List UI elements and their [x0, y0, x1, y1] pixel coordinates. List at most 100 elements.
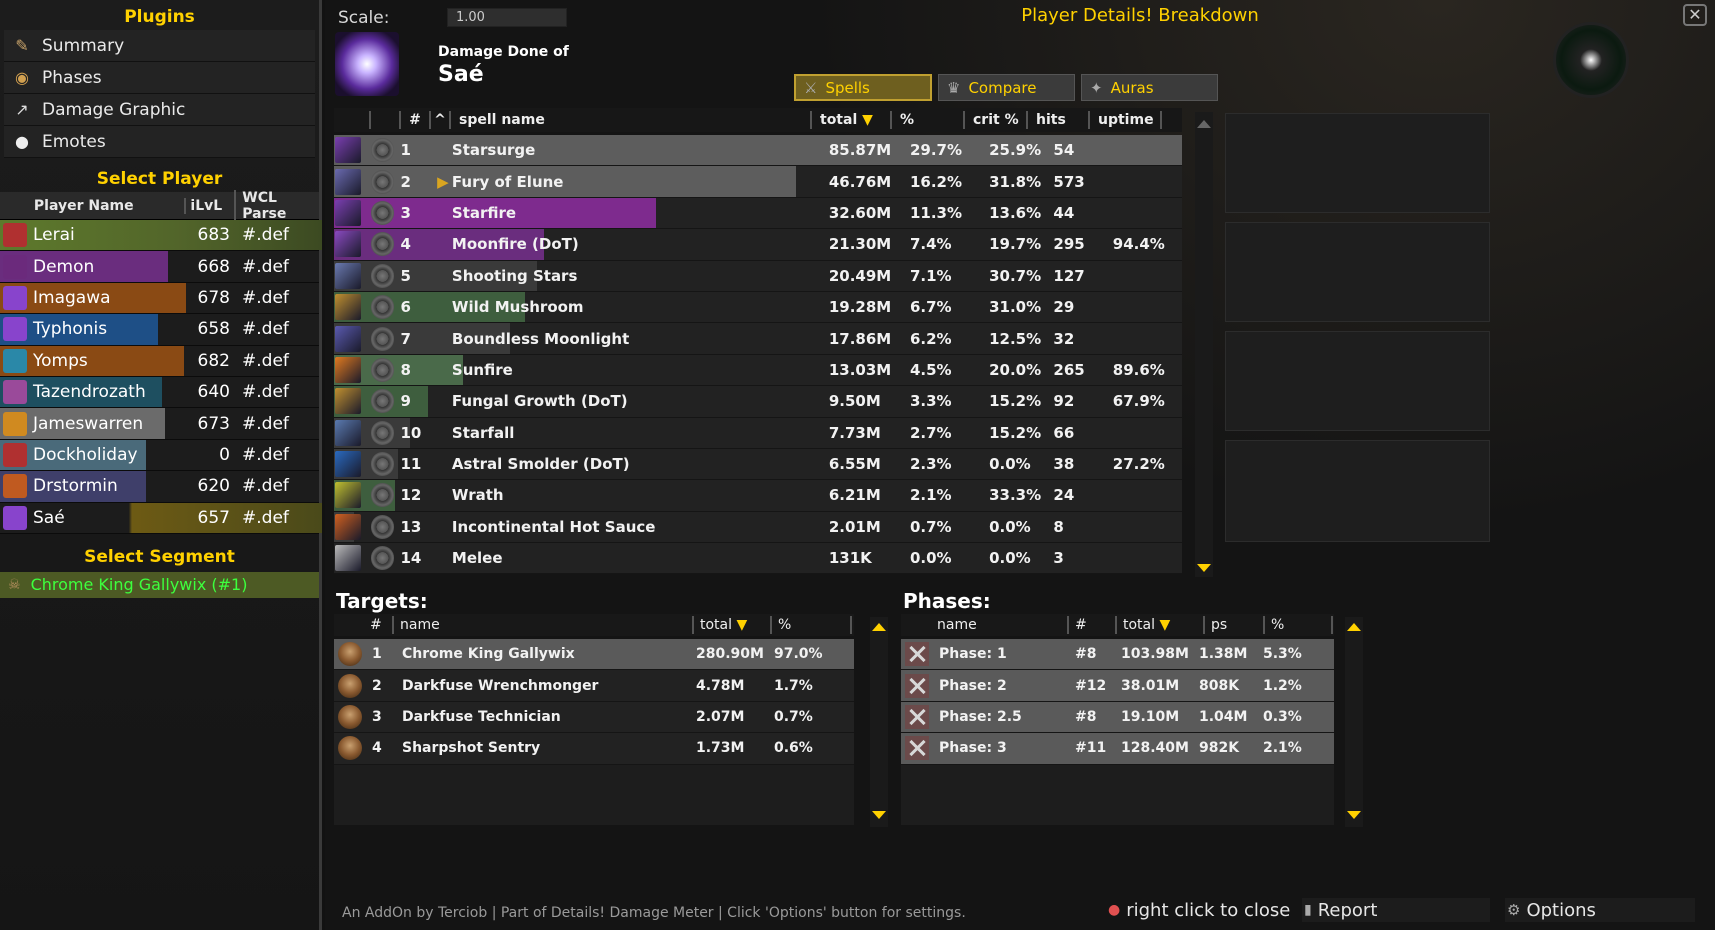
player-row[interactable]: Imagawa 678 #.def	[0, 282, 319, 315]
player-row[interactable]: Typhonis 658 #.def	[0, 314, 319, 346]
phases-header-name[interactable]: name	[931, 616, 1069, 634]
targets-header-total[interactable]: total ▼	[694, 616, 772, 634]
plugin-label: Summary	[42, 35, 125, 56]
close-icon: ✕	[1688, 5, 1702, 24]
header-spell-name[interactable]: spell name	[451, 111, 812, 129]
target-row[interactable]: 3 Darkfuse Technician 2.07M 0.7%	[334, 701, 854, 734]
scroll-up-icon[interactable]	[1347, 623, 1361, 631]
phases-scrollbar[interactable]	[1345, 617, 1363, 827]
header-hits[interactable]: hits	[1028, 111, 1090, 129]
phase-row[interactable]: Phase: 2 #12 38.01M 808K 1.2%	[901, 670, 1334, 702]
spec-emblem-icon	[1553, 22, 1629, 98]
spell-row[interactable]: 7 Boundless Moonlight 17.86M 6.2% 12.5% 32	[334, 323, 1182, 355]
header-ilvl[interactable]: iLvL	[184, 197, 234, 214]
spell-row[interactable]: 4 Moonfire (DoT) 21.30M 7.4% 19.7% 295 94.4%	[334, 229, 1182, 261]
target-row[interactable]: 4 Sharpshot Sentry 1.73M 0.6%	[334, 733, 854, 765]
spell-name: Wild Mushroom	[451, 298, 584, 317]
player-row[interactable]: Jameswarren 673 #.def	[0, 408, 319, 440]
spell-row[interactable]: 8 Sunfire 13.03M 4.5% 20.0% 265 89.6%	[334, 354, 1182, 387]
plugin-emotes[interactable]: ● Emotes	[4, 126, 315, 158]
targets-header-pct[interactable]: %	[772, 616, 852, 634]
targets-header-name[interactable]: name	[394, 616, 694, 634]
spell-row[interactable]: 11 Astral Smolder (DoT) 6.55M 2.3% 0.0% 38 27.…	[334, 448, 1182, 481]
segment-row[interactable]: ☠ Chrome King Gallywix (#1)	[0, 571, 319, 598]
spell-scrollbar[interactable]	[1195, 112, 1213, 577]
spell-pct: 29.7%	[909, 141, 963, 160]
spell-name: Wrath	[451, 486, 504, 505]
phases-header-ps[interactable]: ps	[1205, 616, 1265, 634]
breakdown-window: Scale: 1.00 Player Details! Breakdown ✕ …	[325, 0, 1715, 930]
phases-header-pct[interactable]: %	[1265, 616, 1333, 634]
scroll-down-icon[interactable]	[1347, 811, 1361, 819]
scroll-down-icon[interactable]	[872, 811, 886, 819]
spell-icon	[335, 451, 361, 478]
phase-row[interactable]: Phase: 1 #8 103.98M 1.38M 5.3%	[901, 639, 1334, 671]
target-row[interactable]: 1 Chrome King Gallywix 280.90M 97.0%	[334, 639, 854, 671]
spell-row[interactable]: 13 Incontinental Hot Sauce 2.01M 0.7% 0.0% 8	[334, 511, 1182, 544]
header-total[interactable]: total ▼	[812, 111, 892, 129]
player-row[interactable]: Lerai 683 #.def	[0, 220, 322, 252]
header-player-name[interactable]: Player Name	[34, 198, 185, 214]
scale-slider[interactable]: 1.00	[447, 8, 567, 27]
spell-row[interactable]: 1 Starsurge 85.87M 29.7% 25.9% 54	[334, 135, 1182, 167]
spell-icon	[335, 513, 361, 540]
target-name: Chrome King Gallywix	[402, 646, 575, 663]
spell-row[interactable]: 10 Starfall 7.73M 2.7% 15.2% 66	[334, 417, 1182, 449]
spell-uptime: 27.2%	[1112, 455, 1165, 474]
player-row[interactable]: Dockholiday 0 #.def	[0, 439, 319, 472]
spell-name: Astral Smolder (DoT)	[451, 455, 630, 474]
player-row[interactable]: Demon 668 #.def	[0, 251, 319, 283]
header-crit[interactable]: crit %	[965, 111, 1028, 129]
target-total: 280.90M	[696, 646, 764, 663]
header-rank[interactable]: #	[401, 111, 431, 129]
phase-row[interactable]: Phase: 2.5 #8 19.10M 1.04M 0.3%	[901, 701, 1334, 734]
tab-auras-label: Auras	[1110, 78, 1154, 97]
target-row[interactable]: 2 Darkfuse Wrenchmonger 4.78M 1.7%	[334, 670, 854, 702]
tab-compare-label: Compare	[968, 78, 1037, 97]
spell-row[interactable]: 3 Starfire 32.60M 11.3% 13.6% 44	[334, 197, 1182, 230]
phases-header-rank[interactable]: #	[1069, 616, 1117, 634]
tab-auras[interactable]: ✦ Auras	[1081, 74, 1218, 101]
player-row[interactable]: Yomps 682 #.def	[0, 345, 319, 377]
spell-row[interactable]: 5 Shooting Stars 20.49M 7.1% 30.7% 127	[334, 260, 1182, 292]
gear-icon[interactable]	[370, 169, 395, 194]
gear-icon[interactable]	[370, 326, 395, 351]
player-row[interactable]: Saé 657 #.def	[0, 502, 322, 534]
scroll-down-icon[interactable]	[1197, 564, 1211, 572]
spell-row[interactable]: 6 Wild Mushroom 19.28M 6.7% 31.0% 29	[334, 291, 1182, 324]
options-button[interactable]: ⚙ Options	[1505, 898, 1695, 922]
player-row[interactable]: Drstormin 620 #.def	[0, 471, 319, 503]
plugin-phases[interactable]: ◉ Phases	[4, 62, 315, 94]
player-row[interactable]: Tazendrozath 640 #.def	[0, 376, 319, 409]
spell-row[interactable]: 2 ▶ Fury of Elune 46.76M 16.2% 31.8% 573	[334, 166, 1182, 198]
targets-header-rank[interactable]: #	[364, 616, 394, 634]
header-sort[interactable]: ^	[431, 111, 451, 129]
close-button[interactable]: ✕	[1683, 4, 1707, 26]
header-wcl-parse[interactable]: WCL Parse	[234, 189, 319, 222]
scroll-up-icon[interactable]	[1197, 120, 1211, 128]
header-uptime[interactable]: uptime	[1090, 111, 1162, 129]
tab-spells[interactable]: ⚔ Spells	[794, 74, 932, 101]
class-icon	[3, 442, 27, 467]
header-pct[interactable]: %	[892, 111, 965, 129]
plugin-summary[interactable]: ✎ Summary	[4, 30, 315, 62]
spell-row[interactable]: 9 Fungal Growth (DoT) 9.50M 3.3% 15.2% 92 67.9…	[334, 386, 1182, 418]
tab-compare[interactable]: ♛ Compare	[938, 74, 1075, 101]
expand-arrow-icon[interactable]: ▶	[437, 173, 452, 191]
phase-row[interactable]: Phase: 3 #11 128.40M 982K 2.1%	[901, 733, 1334, 765]
gear-icon[interactable]	[370, 263, 395, 288]
gear-icon[interactable]	[370, 546, 395, 571]
spell-rank: 7	[400, 329, 411, 348]
spell-total: 131K	[828, 549, 872, 568]
plugin-damage-graphic[interactable]: ↗ Damage Graphic	[4, 94, 315, 126]
target-pct: 97.0%	[774, 646, 823, 663]
phases-header-total[interactable]: total ▼	[1117, 616, 1205, 634]
targets-scrollbar[interactable]	[870, 617, 888, 827]
target-rank: 3	[372, 708, 382, 725]
gear-icon[interactable]	[370, 514, 395, 539]
scroll-up-icon[interactable]	[872, 623, 886, 631]
spell-row[interactable]: 12 Wrath 6.21M 2.1% 33.3% 24	[334, 480, 1182, 512]
gear-icon[interactable]	[370, 420, 395, 445]
spell-row[interactable]: 14 Melee 131K 0.0% 0.0% 3	[334, 543, 1182, 575]
report-button[interactable]: ▮ Report	[1302, 898, 1490, 922]
